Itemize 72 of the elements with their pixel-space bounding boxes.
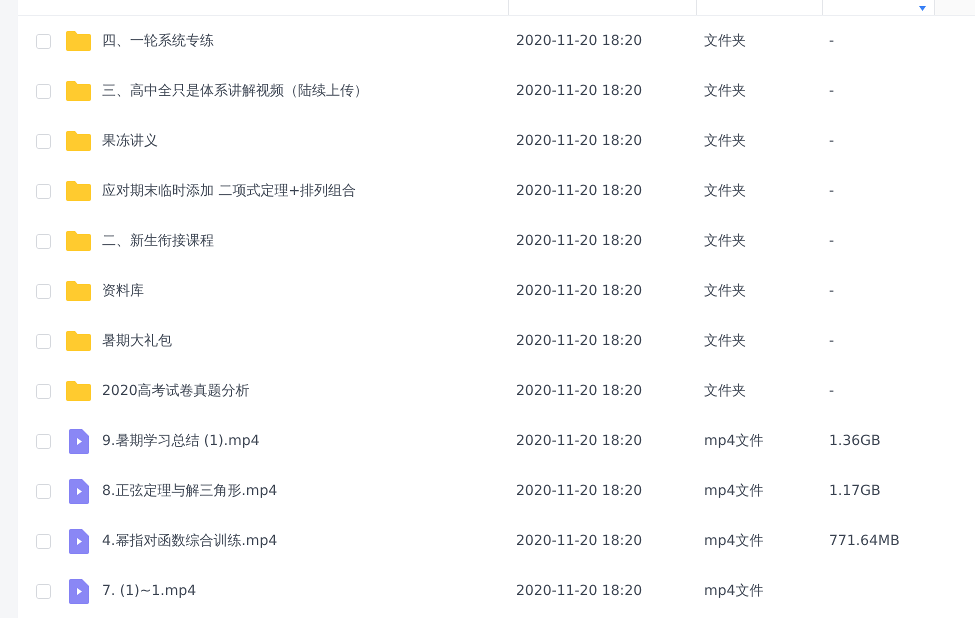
file-size: - [829, 183, 834, 199]
video-file-icon [68, 578, 88, 604]
file-size: 1.36GB [829, 433, 881, 449]
file-size: - [829, 33, 834, 49]
modified-time: 2020-11-20 18:20 [516, 433, 644, 449]
file-name[interactable]: 暑期大礼包 [102, 332, 516, 350]
row-checkbox[interactable] [36, 284, 51, 298]
folder-icon [66, 331, 91, 351]
folder-icon [66, 281, 91, 301]
file-type: 文件夹 [704, 332, 747, 350]
row-checkbox[interactable] [36, 534, 51, 548]
file-size: - [829, 83, 834, 99]
file-name[interactable]: 7. (1)~1.mp4 [102, 583, 516, 599]
modified-time: 2020-11-20 18:20 [516, 483, 644, 499]
folder-icon [66, 81, 91, 101]
file-name[interactable]: 果冻讲义 [102, 132, 516, 150]
file-type: mp4文件 [704, 532, 764, 550]
modified-time: 2020-11-20 18:20 [516, 33, 644, 49]
file-type: mp4文件 [704, 582, 764, 600]
folder-icon [66, 381, 91, 401]
folder-icon [66, 131, 91, 151]
file-name[interactable]: 二、新生衔接课程 [102, 232, 516, 250]
file-name[interactable]: 8.正弦定理与解三角形.mp4 [102, 482, 516, 500]
modified-time: 2020-11-20 18:20 [516, 133, 644, 149]
video-file-icon [68, 428, 88, 454]
file-name[interactable]: 4.幂指对函数综合训练.mp4 [102, 532, 516, 550]
row-checkbox[interactable] [36, 34, 51, 48]
video-file-icon [68, 528, 88, 554]
row-checkbox[interactable] [36, 484, 51, 498]
modified-time: 2020-11-20 18:20 [516, 283, 644, 299]
file-size: - [829, 133, 834, 149]
modified-time: 2020-11-20 18:20 [516, 583, 644, 599]
file-name[interactable]: 资料库 [102, 282, 516, 300]
row-checkbox[interactable] [36, 234, 51, 248]
modified-time: 2020-11-20 18:20 [516, 233, 644, 249]
folder-icon [66, 231, 91, 251]
row-checkbox[interactable] [36, 134, 51, 148]
row-checkbox[interactable] [36, 384, 51, 398]
sort-caret-icon[interactable] [919, 6, 926, 11]
row-checkbox[interactable] [36, 184, 51, 198]
file-name[interactable]: 四、一轮系统专练 [102, 32, 516, 50]
file-type: 文件夹 [704, 282, 747, 300]
row-checkbox[interactable] [36, 434, 51, 448]
file-type: 文件夹 [704, 132, 747, 150]
file-size: 1.17GB [829, 483, 881, 499]
file-type: 文件夹 [704, 182, 747, 200]
file-name[interactable]: 三、高中全只是体系讲解视频（陆续上传） [102, 82, 516, 100]
file-type: mp4文件 [704, 482, 764, 500]
file-name[interactable]: 应对期末临时添加 二项式定理+排列组合 [102, 182, 516, 200]
folder-icon [66, 31, 91, 51]
file-type: 文件夹 [704, 232, 747, 250]
file-type: 文件夹 [704, 32, 747, 50]
modified-time: 2020-11-20 18:20 [516, 183, 644, 199]
file-size: - [829, 283, 834, 299]
row-checkbox[interactable] [36, 84, 51, 98]
file-type: mp4文件 [704, 432, 764, 450]
file-type: 文件夹 [704, 82, 747, 100]
modified-time: 2020-11-20 18:20 [516, 383, 644, 399]
row-checkbox[interactable] [36, 584, 51, 598]
file-type: 文件夹 [704, 382, 747, 400]
file-name[interactable]: 9.暑期学习总结 (1).mp4 [102, 432, 516, 450]
modified-time: 2020-11-20 18:20 [516, 333, 644, 349]
file-size: - [829, 383, 834, 399]
video-file-icon [68, 478, 88, 504]
file-size: 771.64MB [829, 533, 900, 549]
row-checkbox[interactable] [36, 334, 51, 348]
file-name[interactable]: 2020高考试卷真题分析 [102, 382, 516, 400]
file-size: - [829, 233, 834, 249]
modified-time: 2020-11-20 18:20 [516, 533, 644, 549]
modified-time: 2020-11-20 18:20 [516, 83, 644, 99]
folder-icon [66, 181, 91, 201]
file-size: - [829, 333, 834, 349]
